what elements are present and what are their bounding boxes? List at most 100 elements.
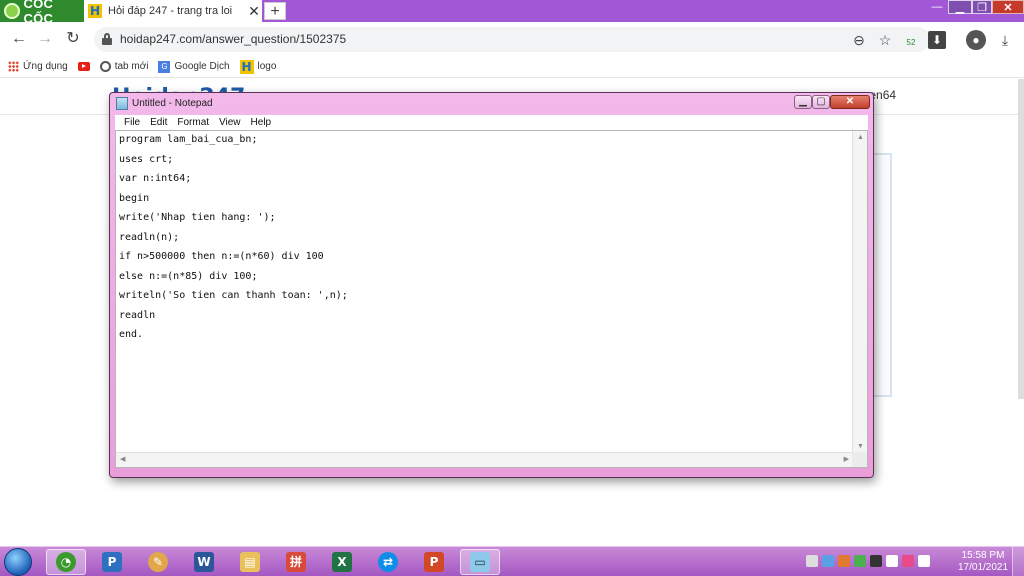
bookmark-label: tab mới	[114, 61, 149, 72]
notepad-icon: ▭	[470, 552, 490, 572]
menu-view[interactable]: View	[214, 117, 246, 128]
profile-icon[interactable]: ●	[966, 30, 986, 50]
window-close-button[interactable]: ✕	[992, 0, 1024, 14]
window-restore-button[interactable]: ❐	[972, 0, 992, 14]
bookmark-youtube[interactable]	[77, 62, 90, 71]
code-line[interactable]: program lam_bai_cua_bn;	[119, 131, 348, 150]
code-line[interactable]: readln	[119, 306, 348, 326]
notepad-icon	[116, 97, 128, 110]
zoom-icon[interactable]: ⊖	[850, 31, 868, 49]
horizontal-scrollbar[interactable]: ◀ ▶	[116, 452, 853, 467]
browser-tab-strip: CỐC CỐC H Hỏi đáp 247 - trang tra loi ✕ …	[0, 0, 1024, 26]
taskbar-coccoc[interactable]: ◔	[46, 549, 86, 575]
scroll-up-icon[interactable]: ▲	[853, 134, 867, 141]
coccoc-logo-icon	[4, 3, 20, 19]
bookmark-label: Google Dịch	[174, 61, 230, 72]
tab-favicon-icon: H	[88, 4, 102, 18]
lock-icon[interactable]	[102, 33, 112, 45]
flag-icon[interactable]	[886, 555, 898, 567]
menu-help[interactable]: Help	[246, 117, 277, 128]
sync-icon[interactable]	[854, 555, 866, 567]
taskbar-explorer[interactable]: ▤	[230, 549, 270, 575]
bookmark-label: logo	[257, 61, 277, 72]
taskbar-teamviewer[interactable]: ⇄	[368, 549, 408, 575]
start-button[interactable]	[4, 548, 32, 576]
url-text[interactable]: hoidap247.com/answer_question/1502375	[120, 32, 346, 46]
notepad-titlebar[interactable]: Untitled - Notepad	[110, 93, 873, 114]
window-minimize-button[interactable]: ▁	[948, 0, 972, 14]
coccoc-icon: ◔	[56, 552, 76, 572]
code-line[interactable]: end.	[119, 325, 348, 345]
input-icon: 拼	[286, 552, 306, 572]
unikey-icon[interactable]	[838, 555, 850, 567]
menu-file[interactable]: File	[119, 117, 145, 128]
code-line[interactable]: writeln('So tien can thanh toan: ',n);	[119, 286, 348, 306]
new-tab-button[interactable]: +	[264, 2, 286, 20]
code-line[interactable]: var n:int64;	[119, 169, 348, 189]
pascal-icon: P	[102, 552, 122, 572]
notepad-title: Untitled - Notepad	[132, 98, 213, 109]
scroll-right-icon[interactable]: ▶	[844, 455, 849, 463]
notepad-minimize-button[interactable]: ▁	[794, 95, 812, 109]
bookmarks-bar: Ứng dụng tab mới G Google Dịch H logo	[0, 56, 1024, 78]
vertical-scrollbar[interactable]: ▲ ▼	[852, 131, 867, 453]
bookmark-star-icon[interactable]: ☆	[876, 31, 894, 49]
taskbar-paint[interactable]: ✎	[138, 549, 178, 575]
page-scrollbar[interactable]	[1018, 79, 1024, 399]
savior-download-icon[interactable]: ⬇	[928, 31, 946, 49]
code-line[interactable]: else n:=(n*85) div 100;	[119, 267, 348, 287]
notepad-close-button[interactable]: ✕	[830, 95, 870, 109]
code-line[interactable]: begin	[119, 189, 348, 209]
taskbar-clock[interactable]: 15:58 PM 17/01/2021	[958, 550, 1008, 574]
hoidap-h-icon: H	[239, 59, 254, 74]
paint-icon: ✎	[148, 552, 168, 572]
monitor-icon[interactable]	[870, 555, 882, 567]
coccoc-menu-button[interactable]: CỐC CỐC	[0, 0, 84, 26]
youtube-icon	[77, 62, 90, 71]
code-line[interactable]: uses crt;	[119, 150, 348, 170]
tab-close-icon[interactable]: ✕	[246, 3, 262, 20]
taskbar-input[interactable]: 拼	[276, 549, 316, 575]
window-menu-icon[interactable]: —	[928, 0, 946, 14]
address-bar[interactable]: hoidap247.com/answer_question/1502375 ⊖ …	[94, 27, 946, 52]
menu-edit[interactable]: Edit	[145, 117, 172, 128]
extension-badge: 52	[906, 38, 916, 47]
reload-button[interactable]: ↻	[62, 28, 84, 50]
excel-icon: X	[332, 552, 352, 572]
back-button[interactable]: ←	[8, 28, 30, 50]
taskbar-powerpoint[interactable]: P	[414, 549, 454, 575]
taskbar-excel[interactable]: X	[322, 549, 362, 575]
notepad-text-area[interactable]: program lam_bai_cua_bn; uses crt; var n:…	[115, 130, 868, 468]
download-icon[interactable]: ⤓	[996, 30, 1014, 50]
show-desktop-button[interactable]	[1012, 547, 1024, 576]
display-icon[interactable]	[918, 555, 930, 567]
teamviewer-icon: ⇄	[378, 552, 398, 572]
taskbar-word[interactable]: W	[184, 549, 224, 575]
scroll-down-icon[interactable]: ▼	[853, 443, 867, 450]
bookmark-google-dich[interactable]: G Google Dịch	[158, 60, 230, 73]
menu-format[interactable]: Format	[172, 117, 214, 128]
volume-icon[interactable]	[806, 555, 818, 567]
taskbar-pascal[interactable]: P	[92, 549, 132, 575]
code-text[interactable]: program lam_bai_cua_bn; uses crt; var n:…	[119, 131, 348, 345]
vietkey-icon[interactable]	[902, 555, 914, 567]
apps-grid-icon	[8, 61, 19, 72]
taskbar-notepad[interactable]: ▭	[460, 549, 500, 575]
notepad-maximize-button[interactable]: ▢	[812, 95, 830, 109]
browser-tab[interactable]: H Hỏi đáp 247 - trang tra loi ✕	[84, 0, 262, 22]
bookmark-tab-moi[interactable]: tab mới	[99, 61, 149, 72]
bookmark-logo[interactable]: H logo	[239, 59, 277, 74]
code-line[interactable]: write('Nhap tien hang: ');	[119, 208, 348, 228]
browser-toolbar: ← → ↻ hoidap247.com/answer_question/1502…	[0, 22, 1024, 56]
system-tray	[806, 555, 930, 567]
notepad-menubar: File Edit Format View Help	[115, 115, 868, 130]
extension-icon[interactable]: 52	[902, 31, 920, 49]
code-line[interactable]: readln(n);	[119, 228, 348, 248]
size-grip[interactable]	[852, 452, 867, 467]
code-line[interactable]: if n>500000 then n:=(n*60) div 100	[119, 247, 348, 267]
scroll-left-icon[interactable]: ◀	[120, 455, 125, 463]
network-icon[interactable]	[822, 555, 834, 567]
clock-date: 17/01/2021	[958, 562, 1009, 573]
forward-button[interactable]: →	[34, 28, 56, 50]
bookmark-apps[interactable]: Ứng dụng	[8, 61, 68, 72]
